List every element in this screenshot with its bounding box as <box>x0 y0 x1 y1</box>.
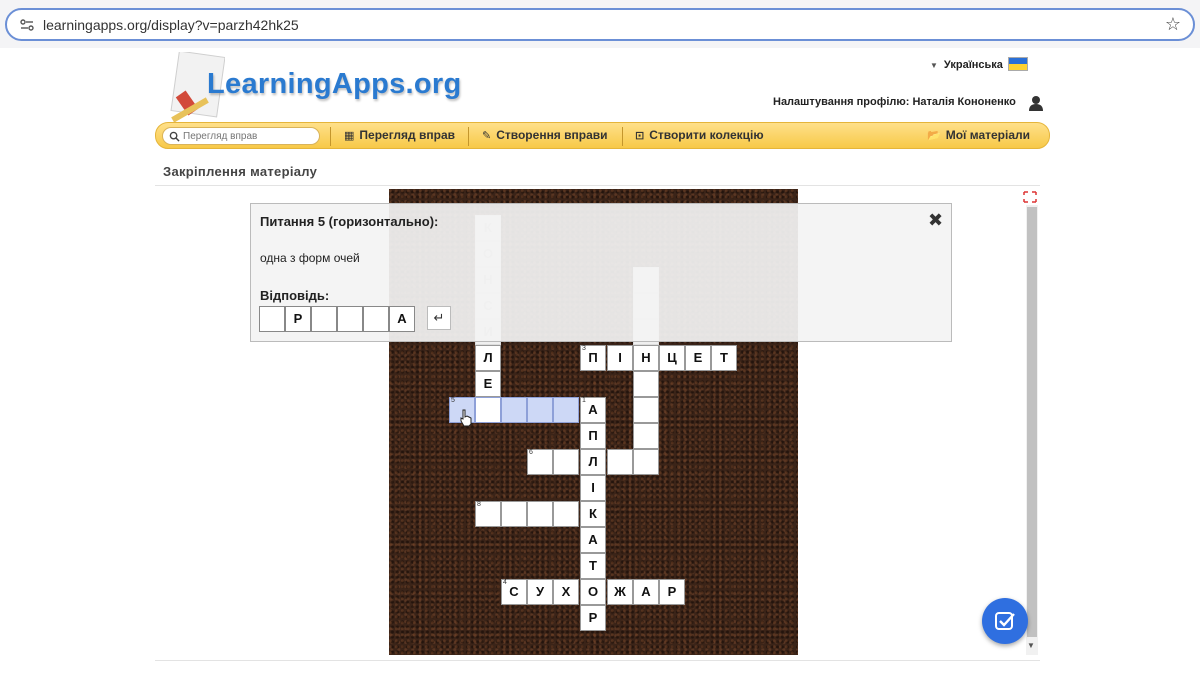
language-selector[interactable]: ▼ Українська <box>930 57 1028 71</box>
nav-label: Перегляд вправ <box>359 128 455 142</box>
answer-letter-box[interactable] <box>311 306 337 332</box>
question-dialog: Питання 5 (горизонтально): ✖ одна з форм… <box>250 203 952 342</box>
crossword-cell[interactable]: І <box>580 475 606 501</box>
url-text[interactable]: learningapps.org/display?v=parzh42hk25 <box>43 17 299 33</box>
crossword-cell[interactable] <box>553 501 579 527</box>
crossword-cell[interactable]: Т <box>580 553 606 579</box>
folder-icon: 📂 <box>927 130 941 142</box>
hand-cursor-icon <box>460 409 472 427</box>
crossword-cell[interactable]: Е <box>475 371 501 397</box>
logo-text: LearningApps.org <box>207 68 462 100</box>
crossword-cell[interactable]: Ж <box>607 579 633 605</box>
crossword-cell-active[interactable] <box>475 397 501 423</box>
ukraine-flag-icon <box>1007 57 1028 71</box>
submit-answer-button[interactable]: ↵ <box>427 306 451 330</box>
crossword-cell[interactable]: Р <box>580 605 606 631</box>
crossword-cell[interactable] <box>633 423 659 449</box>
grid-icon: ▦ <box>344 130 355 142</box>
scroll-down-arrow-icon[interactable]: ▼ <box>1027 641 1035 650</box>
crossword-cell[interactable]: Р <box>659 579 685 605</box>
crossword-cell[interactable] <box>633 449 659 475</box>
crossword-cell[interactable]: Л <box>475 345 501 371</box>
crossword-cell[interactable] <box>527 501 553 527</box>
search-input[interactable] <box>183 130 313 143</box>
crossword-cell[interactable]: 1А <box>580 397 606 423</box>
address-bar[interactable]: learningapps.org/display?v=parzh42hk25 ☆ <box>5 8 1195 41</box>
profile-link[interactable]: Налаштування профілю: Наталія Кононенко <box>773 96 1016 108</box>
nav-create-exercise[interactable]: ✎ Створення вправи <box>482 128 608 142</box>
crossword-cell[interactable] <box>553 449 579 475</box>
crossword-cell[interactable]: 4С <box>501 579 527 605</box>
answer-label: Відповідь: <box>260 288 330 303</box>
dropdown-triangle-icon: ▼ <box>930 61 938 70</box>
crossword-cell[interactable] <box>501 501 527 527</box>
browser-bar: learningapps.org/display?v=parzh42hk25 ☆ <box>0 0 1200 48</box>
crossword-cell-active[interactable] <box>527 397 553 423</box>
crossword-cell-active[interactable] <box>553 397 579 423</box>
crossword-cell[interactable] <box>633 397 659 423</box>
check-answers-button[interactable] <box>982 598 1028 644</box>
divider <box>155 185 1040 186</box>
search-icon <box>169 131 180 142</box>
nav-browse-exercises[interactable]: ▦ Перегляд вправ <box>344 128 455 142</box>
page-title: Закріплення матеріалу <box>163 164 318 179</box>
crossword-cell[interactable]: Х <box>553 579 579 605</box>
language-label: Українська <box>943 59 1003 71</box>
crossword-cell[interactable]: 6 <box>527 449 553 475</box>
divider <box>155 660 1040 661</box>
answer-letter-box[interactable] <box>363 306 389 332</box>
bookmark-star-icon[interactable]: ☆ <box>1165 14 1181 35</box>
question-title: Питання 5 (горизонтально): <box>260 214 439 229</box>
crossword-cell[interactable]: 3П <box>580 345 606 371</box>
scrollbar-thumb[interactable] <box>1027 207 1037 637</box>
answer-letter-box[interactable] <box>337 306 363 332</box>
crossword-cell[interactable]: Ц <box>659 345 685 371</box>
crossword-cell[interactable]: 8 <box>475 501 501 527</box>
crossword-cell[interactable]: Л <box>580 449 606 475</box>
fullscreen-icon[interactable] <box>1023 191 1037 203</box>
question-text: одна з форм очей <box>260 251 360 265</box>
main-nav-bar: ▦ Перегляд вправ ✎ Створення вправи ⊡ Створ… <box>155 122 1050 149</box>
crossword-cell[interactable]: П <box>580 423 606 449</box>
crossword-cell[interactable]: І <box>607 345 633 371</box>
pencil-icon: ✎ <box>482 130 492 142</box>
nav-label: Створити колекцію <box>649 128 764 142</box>
crossword-cell[interactable]: Е <box>685 345 711 371</box>
nav-label: Створення вправи <box>496 128 608 142</box>
logo[interactable]: LearningApps.org <box>165 52 465 124</box>
check-icon <box>995 612 1015 630</box>
crossword-cell[interactable] <box>633 371 659 397</box>
crossword-cell[interactable]: А <box>580 527 606 553</box>
site-info-icon[interactable] <box>19 17 35 33</box>
close-icon[interactable]: ✖ <box>928 210 943 231</box>
crossword-cell[interactable]: А <box>633 579 659 605</box>
search-box[interactable] <box>162 127 320 145</box>
crossword-cell[interactable]: Т <box>711 345 737 371</box>
crossword-cell[interactable]: У <box>527 579 553 605</box>
user-icon[interactable] <box>1028 95 1044 111</box>
crossword-cell[interactable]: Н <box>633 345 659 371</box>
nav-my-materials[interactable]: 📂 Мої матеріали <box>927 128 1030 142</box>
crossword-cell[interactable] <box>607 449 633 475</box>
answer-letter-box[interactable]: Р <box>285 306 311 332</box>
nav-separator <box>468 127 469 146</box>
crossword-cell-active[interactable] <box>501 397 527 423</box>
nav-separator <box>330 127 331 146</box>
answer-letter-box[interactable]: А <box>389 306 415 332</box>
nav-create-collection[interactable]: ⊡ Створити колекцію <box>635 128 764 142</box>
crossword-cell[interactable]: О <box>580 579 606 605</box>
nav-label: Мої матеріали <box>945 128 1031 142</box>
crossword-cell[interactable]: К <box>580 501 606 527</box>
nav-separator <box>622 127 623 146</box>
collection-icon: ⊡ <box>635 130 645 142</box>
answer-letter-box[interactable] <box>259 306 285 332</box>
